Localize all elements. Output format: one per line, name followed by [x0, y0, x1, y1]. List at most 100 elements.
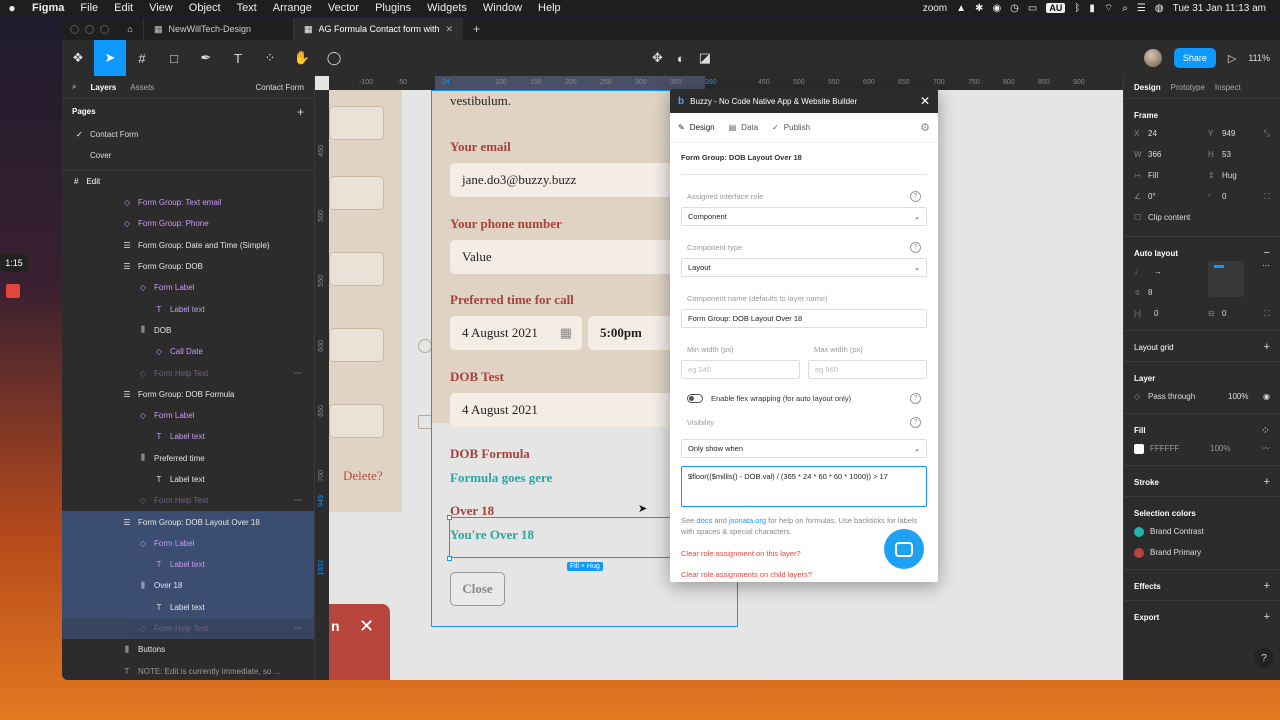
layer-row[interactable]: T Label text [62, 554, 314, 576]
layer-row[interactable]: ⫼ Over 18 [62, 575, 314, 597]
close-window-button[interactable] [70, 24, 79, 34]
tab-design[interactable]: Design [1134, 83, 1161, 92]
frame-heading[interactable]: Frame [1134, 107, 1270, 123]
close-tab-icon[interactable]: ✕ [445, 24, 453, 35]
pen-tool-icon[interactable]: ✒ [190, 40, 222, 76]
tab-newwilltech[interactable]: ▦ NewWillTech-Design [143, 18, 293, 40]
more-options-icon[interactable]: ⋯ [1262, 261, 1270, 303]
search-icon[interactable]: ⌕ [1122, 3, 1128, 14]
fill-opacity-input[interactable]: 100% [1210, 444, 1230, 453]
layer-row[interactable]: ☰ Form Group: DOB Layout Over 18 [62, 511, 314, 533]
frame-tool-icon[interactable]: # [126, 40, 158, 76]
search-layers-icon[interactable]: ⌕ [72, 82, 76, 92]
battery-icon[interactable]: ▮ [1089, 3, 1095, 14]
mask-icon[interactable]: ◐ [677, 51, 685, 66]
record-icon[interactable]: ◉ [992, 3, 1001, 14]
vertical-resizing-select[interactable]: Hug [1222, 171, 1262, 180]
hand-tool-icon[interactable]: ✋ [286, 40, 318, 76]
layer-row[interactable]: ⫼ Preferred time [62, 448, 314, 469]
form-close-button[interactable]: Close [450, 572, 505, 606]
selection-color-row[interactable]: Brand Contrast [1134, 521, 1270, 542]
y-input[interactable]: 949 [1222, 129, 1262, 138]
width-input[interactable]: 366 [1148, 150, 1208, 159]
resources-icon[interactable]: ⁘ [254, 40, 286, 76]
hidden-eye-icon[interactable]: 〰 [294, 368, 302, 379]
layer-row[interactable]: ☰ Form Group: DOB [62, 256, 314, 277]
layer-row[interactable]: T NOTE: Edit is currently immediate, so .… [62, 661, 314, 680]
page-item-contact-form[interactable]: ✓ Contact Form [62, 124, 314, 145]
menu-view[interactable]: View [141, 2, 181, 14]
menu-text[interactable]: Text [229, 2, 265, 14]
date-field[interactable]: 4 August 2021 ▦ [450, 316, 582, 350]
fill-swatch[interactable] [1134, 443, 1144, 454]
fill-hex-input[interactable]: FFFFFF [1150, 444, 1210, 453]
min-width-input[interactable]: eg 240 [681, 360, 800, 379]
wifi-icon[interactable]: ⌔ [1104, 2, 1113, 15]
selection-color-row[interactable]: Brand Primary [1134, 542, 1270, 563]
layer-row[interactable]: ◇ Form Label [62, 532, 314, 555]
remove-auto-layout-icon[interactable]: − [1264, 247, 1270, 259]
layer-row[interactable]: ◇ Form Label [62, 277, 314, 298]
minimize-window-button[interactable] [85, 24, 94, 34]
tab-plugin-design[interactable]: ✎ Design [678, 123, 715, 132]
tab-plugin-data[interactable]: ▤ Data [729, 123, 758, 132]
siri-icon[interactable]: ◍ [1155, 3, 1164, 14]
eye-icon[interactable]: ◉ [1263, 392, 1270, 401]
present-icon[interactable]: ▷ [1228, 52, 1236, 65]
email-field[interactable]: jane.do3@buzzy.buzz [450, 163, 680, 197]
x-input[interactable]: 24 [1148, 129, 1208, 138]
page-item-cover[interactable]: Cover [62, 145, 314, 166]
help-icon[interactable]: ? [1254, 648, 1274, 668]
layer-row[interactable]: ◇ Form Group: Text email [62, 192, 314, 213]
clock-icon[interactable]: ◷ [1010, 3, 1019, 14]
avatar[interactable] [1143, 49, 1162, 67]
share-button[interactable]: Share [1173, 48, 1216, 68]
checkbox-icon[interactable]: ☐ [1134, 213, 1148, 222]
shape-tool-icon[interactable]: □ [158, 40, 190, 76]
hidden-eye-icon[interactable]: 〰 [294, 495, 302, 506]
horizontal-direction-icon[interactable]: → [1154, 267, 1162, 276]
dob-field[interactable]: 4 August 2021 [450, 393, 680, 427]
docs-link[interactable]: docs [696, 516, 712, 525]
layer-row[interactable]: ☰ Form Group: DOB Formula [62, 384, 314, 405]
role-select[interactable]: Component ⌄ [681, 207, 927, 226]
menu-plugins[interactable]: Plugins [367, 2, 419, 14]
component-icon[interactable]: ✥ [652, 50, 663, 66]
status-icon[interactable]: ▲ [956, 3, 966, 14]
menu-window[interactable]: Window [475, 2, 530, 14]
tab-ag-formula[interactable]: ▦ AG Formula Contact form with results v… [293, 18, 463, 40]
help-icon[interactable]: ? [910, 190, 921, 202]
zoom-level[interactable]: 111% [1248, 53, 1270, 63]
hide-fill-icon[interactable]: 〰 [1262, 443, 1270, 454]
bluetooth-icon[interactable]: ᛒ [1074, 3, 1080, 14]
layer-opacity-input[interactable]: 100% [1228, 392, 1248, 401]
layer-row[interactable]: T Label text [62, 298, 314, 319]
layer-row[interactable]: T Label text [62, 426, 314, 447]
alignment-grid[interactable] [1208, 261, 1244, 297]
layer-row[interactable]: ◇ Form Label [62, 405, 314, 426]
layer-row[interactable]: T Label text [62, 596, 314, 618]
resize-handle[interactable] [447, 515, 452, 520]
apple-icon[interactable]: ● [0, 1, 24, 15]
type-select[interactable]: Layout ⌄ [681, 258, 927, 277]
tab-prototype[interactable]: Prototype [1171, 83, 1205, 92]
menu-widgets[interactable]: Widgets [419, 2, 475, 14]
blend-mode-select[interactable]: Pass through [1148, 392, 1228, 401]
fill-styles-icon[interactable]: ⁘ [1261, 424, 1270, 437]
input-language-badge[interactable]: AU [1046, 3, 1066, 13]
move-tool-icon[interactable]: ➤ [94, 40, 126, 76]
resize-handle[interactable] [447, 556, 452, 561]
tab-assets[interactable]: Assets [130, 83, 154, 92]
home-icon[interactable]: ⌂ [117, 24, 143, 34]
add-stroke-icon[interactable]: + [1264, 476, 1270, 488]
menu-edit[interactable]: Edit [106, 2, 141, 14]
help-icon[interactable]: ? [910, 416, 921, 428]
constraints-icon[interactable]: ⤡ [1264, 129, 1270, 139]
tab-layers[interactable]: Layers [90, 83, 116, 92]
layer-row[interactable]: ⫼ Buttons [62, 639, 314, 660]
stop-recording-button[interactable] [6, 284, 20, 298]
vertical-direction-icon[interactable]: ↓ [1134, 267, 1148, 276]
rotation-input[interactable]: 0° [1148, 192, 1208, 201]
add-effect-icon[interactable]: + [1264, 580, 1270, 592]
selection-box[interactable] [449, 517, 671, 558]
